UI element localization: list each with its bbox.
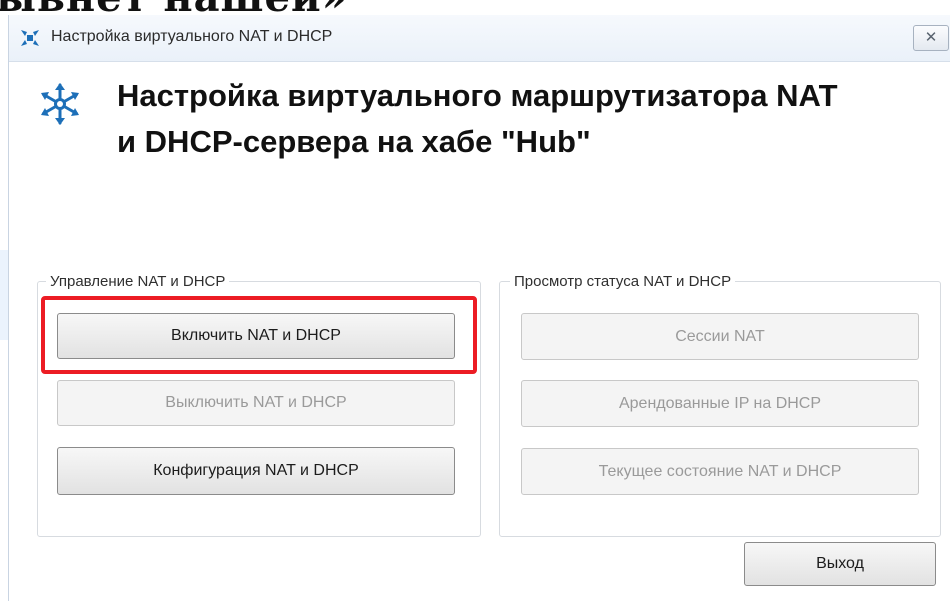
nat-dhcp-dialog: Настройка виртуального NAT и DHCP ✕ Наст…	[8, 15, 950, 601]
close-button[interactable]: ✕	[913, 25, 949, 51]
nat-dhcp-state-button[interactable]: Текущее состояние NAT и DHCP	[521, 448, 919, 495]
exit-button[interactable]: Выход	[744, 542, 936, 586]
network-star-icon	[21, 30, 39, 46]
heading-line-2: и DHCP-сервера на хабе "Hub"	[117, 124, 591, 159]
dialog-heading: Настройка виртуального маршрутизатора NA…	[117, 73, 950, 165]
dhcp-leases-button[interactable]: Арендованные IP на DHCP	[521, 380, 919, 427]
configure-nat-dhcp-button[interactable]: Конфигурация NAT и DHCP	[57, 447, 455, 495]
disable-nat-dhcp-button[interactable]: Выключить NAT и DHCP	[57, 380, 455, 426]
screenshot-stage: ывнет нашей» Настройка виртуального NAT …	[0, 0, 950, 601]
status-group-legend: Просмотр статуса NAT и DHCP	[510, 273, 736, 290]
highlight-frame	[41, 296, 477, 374]
network-star-icon	[41, 83, 79, 125]
heading-line-1: Настройка виртуального маршрутизатора NA…	[117, 78, 838, 113]
window-title: Настройка виртуального NAT и DHCP	[51, 28, 333, 45]
manage-group-legend: Управление NAT и DHCP	[46, 273, 230, 290]
title-bar[interactable]: Настройка виртуального NAT и DHCP ✕	[9, 15, 950, 62]
nat-sessions-button[interactable]: Сессии NAT	[521, 313, 919, 360]
